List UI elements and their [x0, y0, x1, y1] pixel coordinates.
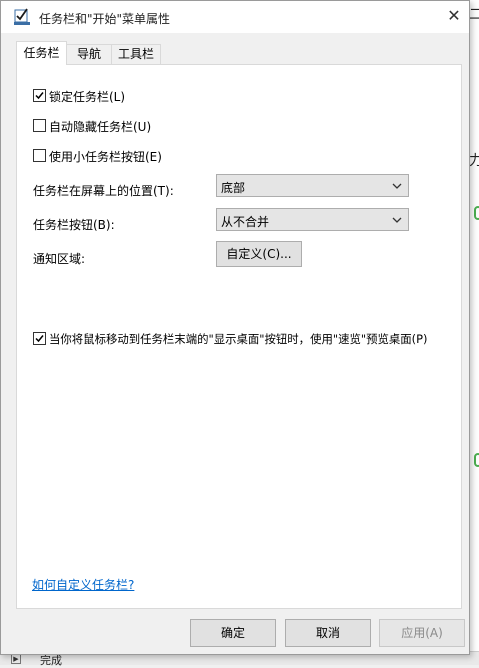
taskbar-location-select[interactable]: 底部 — [216, 174, 409, 197]
chevron-down-icon — [392, 183, 402, 189]
taskbar-location-value: 底部 — [221, 181, 246, 195]
chevron-down-icon — [392, 217, 402, 223]
checkmark-icon — [35, 92, 44, 100]
taskbar-buttons-value: 从不合并 — [221, 215, 270, 229]
background-status-icon — [474, 206, 479, 220]
tab-taskbar[interactable]: 任务栏 — [16, 41, 67, 65]
auto-hide-checkbox[interactable] — [33, 119, 46, 132]
tab-toolbars[interactable]: 工具栏 — [111, 44, 161, 64]
customize-taskbar-help-link[interactable]: 如何自定义任务栏? — [32, 576, 134, 593]
taskbar-buttons-label: 任务栏按钮(B): — [33, 218, 115, 232]
taskbar-location-label: 任务栏在屏幕上的位置(T): — [33, 184, 174, 198]
taskbar-properties-dialog: 任务栏和"开始"菜单属性 ✕ 任务栏 导航 工具栏 锁定任务栏(L) 自动隐藏任… — [0, 0, 470, 655]
peek-checkbox[interactable] — [33, 332, 46, 345]
ok-button[interactable]: 确定 — [190, 619, 276, 647]
background-text: 二 — [469, 7, 479, 23]
notification-area-label: 通知区域: — [33, 252, 86, 266]
small-buttons-label[interactable]: 使用小任务栏按钮(E) — [49, 148, 162, 165]
checkmark-icon — [35, 335, 44, 343]
peek-label[interactable]: 当你将鼠标移动到任务栏末端的"显示桌面"按钮时，使用"速览"预览桌面(P) — [49, 331, 427, 347]
background-status-icon — [474, 453, 479, 467]
tab-navigation[interactable]: 导航 — [66, 44, 112, 64]
title-bar[interactable]: 任务栏和"开始"菜单属性 ✕ — [1, 1, 469, 33]
background-text: 力 — [469, 153, 479, 169]
taskbar-buttons-select[interactable]: 从不合并 — [216, 208, 409, 231]
cancel-button[interactable]: 取消 — [285, 619, 371, 647]
auto-hide-label[interactable]: 自动隐藏任务栏(U) — [49, 118, 151, 135]
apply-button[interactable]: 应用(A) — [379, 619, 465, 647]
close-button[interactable]: ✕ — [439, 1, 469, 31]
lock-taskbar-checkbox[interactable] — [33, 89, 46, 102]
play-icon: ▶ — [11, 654, 21, 664]
lock-taskbar-label[interactable]: 锁定任务栏(L) — [49, 88, 125, 105]
customize-button[interactable]: 自定义(C)... — [216, 241, 302, 267]
small-buttons-checkbox[interactable] — [33, 149, 46, 162]
tab-panel-taskbar: 锁定任务栏(L) 自动隐藏任务栏(U) 使用小任务栏按钮(E) 任务栏在屏幕上的… — [16, 64, 462, 609]
dialog-title: 任务栏和"开始"菜单属性 — [39, 12, 171, 26]
taskbar-checkbox-icon — [14, 8, 30, 25]
